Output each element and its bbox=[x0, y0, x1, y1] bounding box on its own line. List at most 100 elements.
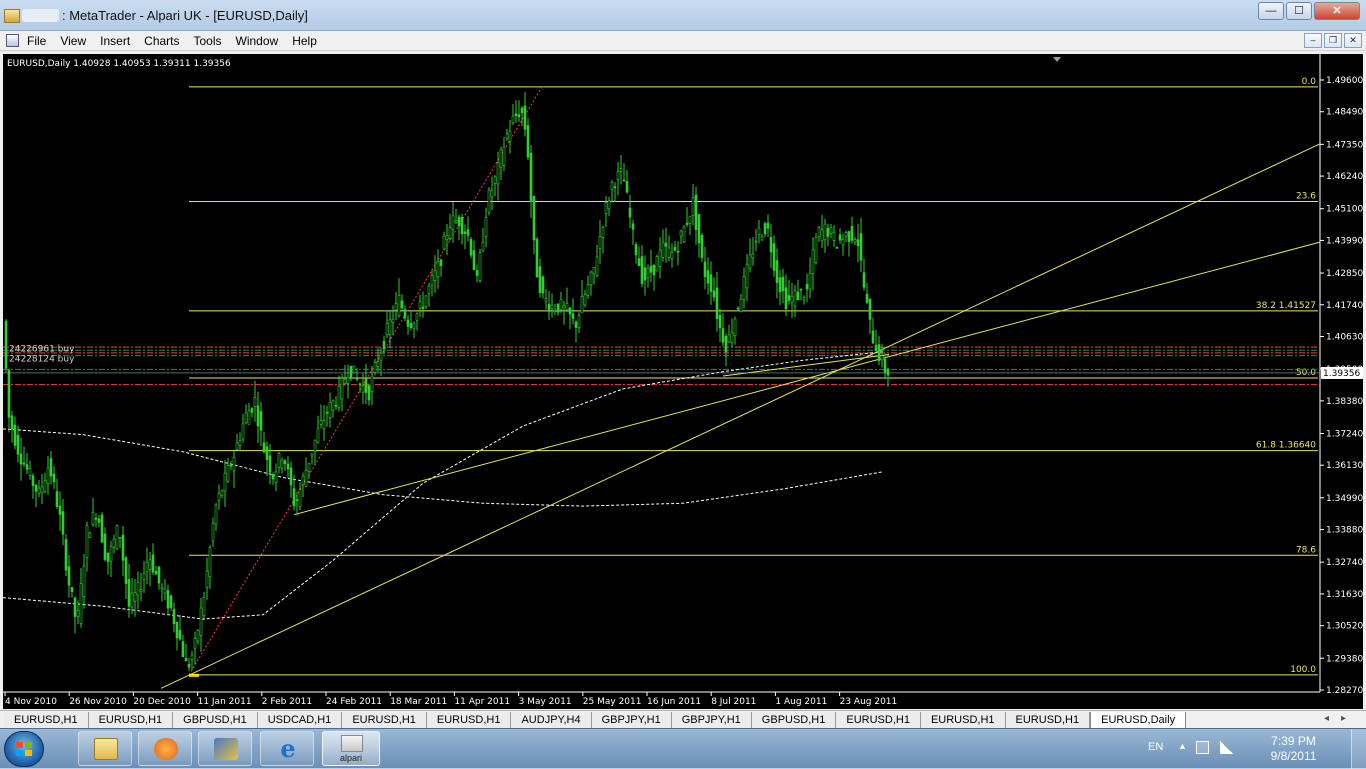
candle-body bbox=[607, 200, 611, 210]
x-tick-label: 8 Jul 2011 bbox=[711, 697, 756, 707]
candle-body bbox=[688, 216, 692, 224]
candle-body bbox=[151, 554, 155, 573]
show-desktop-button[interactable] bbox=[1351, 729, 1366, 769]
menu-insert[interactable]: Insert bbox=[93, 33, 137, 49]
candle-body bbox=[670, 252, 674, 259]
windows-logo-icon bbox=[16, 742, 33, 757]
x-tick-label: 16 Jun 2011 bbox=[647, 697, 701, 707]
candle-body bbox=[826, 227, 830, 237]
candle-body bbox=[589, 271, 593, 286]
menu-help[interactable]: Help bbox=[285, 33, 324, 49]
y-tick-label: 1.37240 bbox=[1326, 429, 1363, 439]
candle-body bbox=[424, 295, 428, 308]
candle-body bbox=[379, 352, 383, 361]
fib-level-label: 0.0 bbox=[1302, 77, 1317, 87]
low-marker bbox=[189, 673, 199, 677]
chart-restore-button[interactable]: ❐ bbox=[1324, 33, 1342, 48]
menu-view[interactable]: View bbox=[53, 33, 93, 49]
menu-file[interactable]: File bbox=[20, 33, 53, 49]
x-tick-label: 20 Dec 2010 bbox=[133, 697, 191, 707]
candle-body bbox=[595, 256, 599, 276]
candle-body bbox=[718, 314, 722, 329]
chart-tab[interactable]: GBPUSD,H1 bbox=[173, 712, 258, 729]
price-chart[interactable]: 1.49600 1.48490 1.47350 1.46240 1.45100 1.439… bbox=[3, 54, 1363, 709]
y-tick-label: 1.41740 bbox=[1326, 301, 1363, 311]
candle-body bbox=[679, 230, 683, 237]
candle-body bbox=[322, 420, 326, 430]
language-indicator[interactable]: EN bbox=[1148, 741, 1163, 753]
candle-body bbox=[103, 533, 107, 560]
chart-tab[interactable]: EURUSD,H1 bbox=[4, 712, 89, 729]
internet-explorer-icon: e bbox=[280, 734, 296, 763]
y-tick-label: 1.46240 bbox=[1326, 172, 1363, 182]
candle-body bbox=[784, 287, 788, 310]
chart-window-icon[interactable] bbox=[6, 34, 19, 47]
chart-tab[interactable]: GBPJPY,H1 bbox=[671, 712, 752, 729]
candle-body bbox=[667, 247, 671, 258]
candle-body bbox=[745, 263, 749, 289]
chart-tab[interactable]: EURUSD,H1 bbox=[426, 712, 512, 729]
show-hidden-icons-arrow[interactable]: ▲ bbox=[1178, 741, 1187, 751]
chart-close-button[interactable]: ✕ bbox=[1344, 33, 1362, 48]
taskbar-explorer[interactable] bbox=[78, 731, 132, 766]
candle-body bbox=[97, 518, 101, 523]
taskbar-media-player[interactable] bbox=[138, 731, 192, 766]
candle-body bbox=[550, 304, 554, 309]
candle-body bbox=[319, 420, 323, 425]
chart-tab[interactable]: GBPJPY,H1 bbox=[591, 712, 672, 729]
chart-tab[interactable]: AUDJPY,H4 bbox=[511, 712, 592, 729]
taskbar: e alpari EN ▲ 7:39 PM 9/8/2011 bbox=[0, 728, 1366, 769]
candle-body bbox=[259, 411, 263, 431]
candle-body bbox=[361, 385, 365, 393]
candle-body bbox=[265, 446, 269, 461]
alpari-icon bbox=[341, 735, 363, 752]
candle-body bbox=[130, 592, 134, 608]
y-tick-label: 1.45100 bbox=[1326, 205, 1363, 215]
start-button[interactable] bbox=[4, 731, 44, 767]
candle-body bbox=[433, 270, 437, 281]
maximize-button[interactable]: ☐ bbox=[1286, 2, 1312, 20]
y-tick-label: 1.33880 bbox=[1326, 526, 1363, 536]
minimize-button[interactable]: — bbox=[1258, 2, 1284, 20]
taskbar-alpari[interactable]: alpari bbox=[322, 731, 380, 766]
candle-body bbox=[499, 149, 503, 168]
metatrader-app-icon[interactable] bbox=[4, 9, 20, 23]
candle-body bbox=[172, 609, 176, 624]
candle-body bbox=[835, 246, 839, 249]
chart-tab[interactable]: USDCAD,H1 bbox=[257, 712, 343, 729]
menu-tools[interactable]: Tools bbox=[187, 33, 229, 49]
close-button[interactable]: ✕ bbox=[1314, 2, 1360, 20]
chart-tab[interactable]: GBPUSD,H1 bbox=[751, 712, 837, 729]
taskbar-network-tool[interactable] bbox=[198, 731, 252, 766]
candle-body bbox=[676, 250, 680, 253]
candle-body bbox=[523, 105, 527, 130]
candle-body bbox=[388, 319, 392, 335]
menu-charts[interactable]: Charts bbox=[137, 33, 186, 49]
chart-tab[interactable]: EURUSD,H1 bbox=[88, 712, 174, 729]
candle-body bbox=[157, 566, 161, 584]
candle-body bbox=[250, 408, 254, 413]
candle-body bbox=[796, 291, 800, 301]
candle-body bbox=[799, 288, 803, 291]
chart-tab[interactable]: EURUSD,H1 bbox=[342, 712, 427, 729]
chart-tab[interactable]: EURUSD,H1 bbox=[920, 712, 1006, 729]
menu-window[interactable]: Window bbox=[229, 33, 286, 49]
candle-body bbox=[325, 411, 329, 414]
candle-body bbox=[139, 589, 143, 593]
candle-body bbox=[49, 458, 53, 477]
clock[interactable]: 7:39 PM 9/8/2011 bbox=[1256, 734, 1331, 764]
tab-scroll-arrows[interactable]: ◂▸ bbox=[1324, 713, 1358, 724]
network-icon[interactable] bbox=[1196, 741, 1209, 754]
chart-tab[interactable]: EURUSD,H1 bbox=[836, 712, 921, 729]
candle-body bbox=[403, 309, 407, 319]
candle-body bbox=[577, 315, 581, 328]
candle-body bbox=[178, 630, 182, 640]
signal-icon[interactable] bbox=[1220, 741, 1233, 754]
taskbar-internet-explorer[interactable]: e bbox=[260, 731, 314, 766]
y-tick-label: 1.43990 bbox=[1326, 236, 1363, 246]
candle-body bbox=[763, 223, 767, 235]
chart-minimize-button[interactable]: – bbox=[1304, 33, 1322, 48]
candle-body bbox=[823, 223, 827, 241]
chart-tab[interactable]: EURUSD,H1 bbox=[1005, 712, 1091, 729]
candle-body bbox=[376, 361, 380, 367]
